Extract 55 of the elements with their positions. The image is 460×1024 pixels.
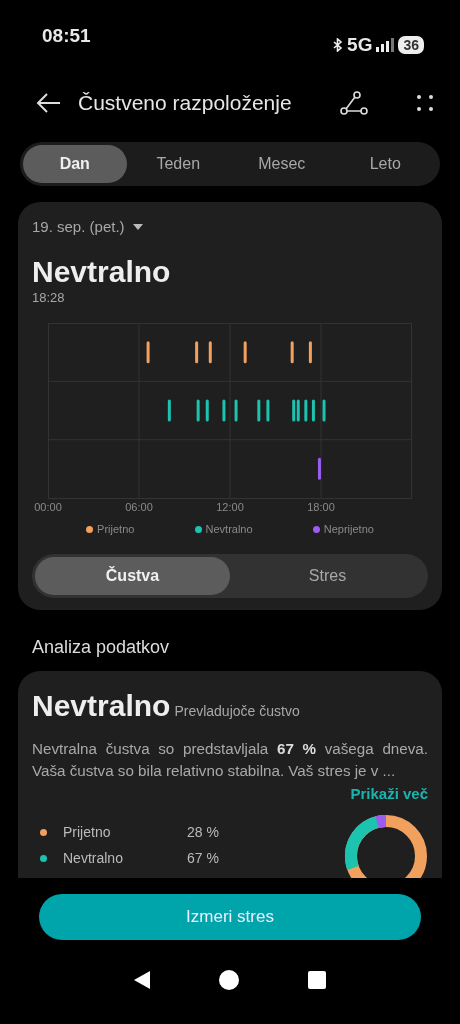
legend-label: Prijetno xyxy=(97,522,135,537)
mood-event-mark xyxy=(195,341,199,364)
mood-event-mark xyxy=(266,399,270,422)
connected-nodes-icon[interactable] xyxy=(340,91,368,115)
mood-event-mark xyxy=(311,399,315,422)
mood-event-mark xyxy=(257,399,261,422)
analysis-text: Nevtralna čustva so predstavljala 67 % vašega dneva. Vaša čustva so bila relativno stabilna. Vaš stres je v ... xyxy=(32,738,428,781)
percentage-value: 28 % xyxy=(187,823,219,843)
mood-title: Nevtralno xyxy=(32,688,171,722)
mood-time: 18:28 xyxy=(32,288,66,307)
mood-title: Nevtralno xyxy=(32,254,172,288)
network-type: 5G xyxy=(347,32,373,57)
mood-event-mark xyxy=(167,399,171,422)
back-icon[interactable] xyxy=(36,93,62,113)
mood-event-mark xyxy=(318,457,321,480)
mood-event-mark xyxy=(308,341,312,364)
show-more-link[interactable]: Prikaži več xyxy=(350,784,428,802)
axis-tick-label: 12:00 xyxy=(216,501,244,513)
period-tab[interactable]: Mesec xyxy=(230,145,334,183)
dropdown-caret-icon[interactable] xyxy=(132,224,143,231)
mood-event-mark xyxy=(208,341,212,364)
view-tab[interactable]: Stres xyxy=(230,556,425,595)
mood-event-mark xyxy=(243,341,247,364)
legend-label: Nevtralno xyxy=(205,522,253,537)
recents-nav-icon[interactable] xyxy=(307,971,326,989)
period-tab[interactable]: Teden xyxy=(126,145,230,183)
mood-event-mark xyxy=(196,399,200,422)
mood-event-mark xyxy=(234,399,238,422)
more-icon[interactable] xyxy=(416,94,434,112)
period-tab[interactable]: Dan xyxy=(23,145,127,183)
mood-event-mark xyxy=(222,399,226,422)
back-nav-icon[interactable] xyxy=(134,971,151,989)
mood-event-mark xyxy=(290,341,294,364)
page-title: Čustveno razpoloženje xyxy=(78,90,293,117)
axis-tick-label: 00:00 xyxy=(34,501,62,513)
view-tab[interactable]: Čustva xyxy=(35,556,230,595)
mood-event-mark xyxy=(146,341,150,364)
legend-label: Prijetno xyxy=(63,823,112,843)
clock-time: 08:51 xyxy=(42,24,91,48)
percentage-value: 67 % xyxy=(187,849,219,869)
period-tab[interactable]: Leto xyxy=(333,145,437,183)
date-selector[interactable]: 19. sep. (pet.) xyxy=(32,216,125,239)
battery-level: 36 xyxy=(398,36,424,54)
mood-event-mark xyxy=(205,399,209,422)
mood-event-mark xyxy=(304,399,308,422)
mood-event-mark xyxy=(322,399,326,422)
bluetooth-icon xyxy=(333,38,344,52)
axis-tick-label: 18:00 xyxy=(307,501,335,513)
legend-label: Nevtralno xyxy=(63,849,124,869)
mood-subtitle: Prevladujoče čustvo xyxy=(174,701,300,721)
section-heading: Analiza podatkov xyxy=(31,635,171,659)
signal-icon xyxy=(376,38,395,52)
legend-label: Neprijetno xyxy=(323,522,374,537)
home-nav-icon[interactable] xyxy=(219,970,239,990)
axis-tick-label: 06:00 xyxy=(125,501,153,513)
